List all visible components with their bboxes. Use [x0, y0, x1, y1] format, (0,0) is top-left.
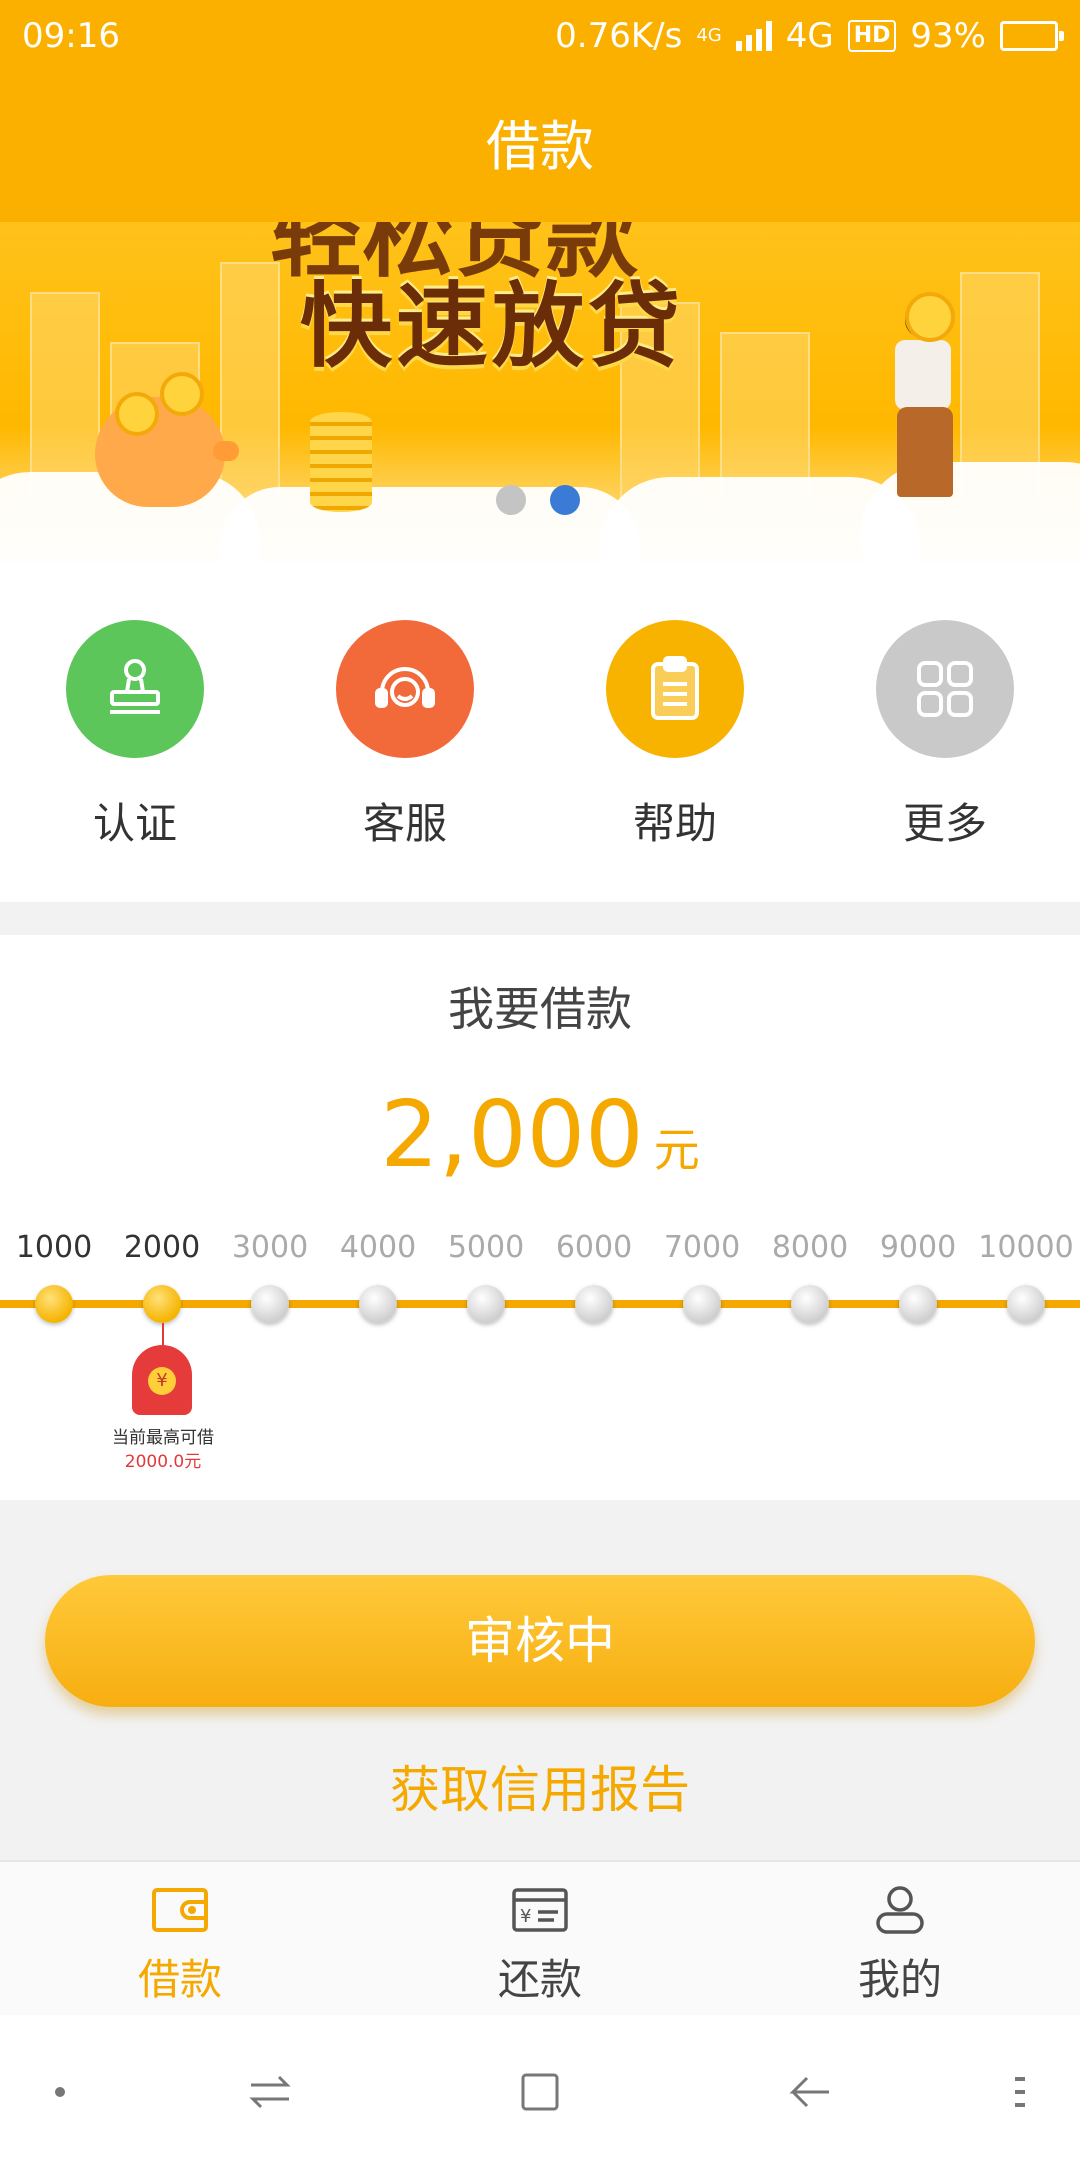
review-status-button[interactable]: 审核中	[45, 1575, 1035, 1707]
max-loan-label: 当前最高可借	[112, 1428, 214, 1448]
quick-item-service[interactable]: 客服	[270, 562, 540, 902]
quick-item-help[interactable]: 帮助	[540, 562, 810, 902]
coin-stack-icon	[310, 412, 372, 512]
bottom-tab-bar: 借款 ¥ 还款 我的	[0, 1860, 1080, 2015]
system-nav-bar	[0, 2015, 1080, 2160]
wallet-icon	[152, 1888, 208, 1932]
signal-icon	[735, 21, 772, 51]
tab-loan[interactable]: 借款	[80, 1884, 280, 2007]
slider-stop[interactable]	[683, 1285, 721, 1323]
slider-stop[interactable]	[575, 1285, 613, 1323]
grid-icon	[876, 620, 1014, 758]
network-type-small: 4G	[696, 25, 722, 46]
slider-tick-label: 9000	[879, 1230, 957, 1265]
tab-label: 借款	[137, 1955, 222, 2004]
slider-tick-label: 1000	[15, 1230, 93, 1265]
coin-icon	[905, 292, 955, 342]
quick-item-label: 更多	[902, 799, 987, 848]
hd-badge: HD	[847, 20, 897, 52]
slider-stop[interactable]	[251, 1285, 289, 1323]
slider-tick-label: 5000	[447, 1230, 525, 1265]
loan-section: 我要借款 2,000 元 1000 2000 3000 4000 5000 6000 7000…	[0, 935, 1080, 1500]
status-bar: 09:16 0.76K/s 4G 4G HD 93%	[0, 0, 1080, 72]
tab-label: 还款	[497, 1955, 582, 2004]
repayment-card-icon: ¥	[512, 1888, 568, 1932]
banner-indicator	[496, 485, 580, 515]
app-header: 09:16 0.76K/s 4G 4G HD 93% 借款	[0, 0, 1080, 222]
banner-headline: 快速放贷	[300, 273, 685, 380]
slider-tick-label: 4000	[339, 1230, 417, 1265]
slider-stop[interactable]	[791, 1285, 829, 1323]
loan-amount-unit: 元	[653, 1123, 700, 1177]
loan-title: 我要借款	[448, 982, 632, 1036]
quick-item-label: 认证	[92, 799, 177, 848]
loan-amount-value: 2,000	[380, 1081, 644, 1188]
battery-percent: 93%	[910, 16, 986, 56]
amount-slider-labels: 1000 2000 3000 4000 5000 6000 7000 8000 9000 1000…	[0, 1230, 1080, 1270]
slider-stop[interactable]	[1007, 1285, 1045, 1323]
switch-apps-icon[interactable]	[245, 2067, 295, 2117]
quick-item-label: 帮助	[632, 799, 717, 848]
headset-icon	[336, 620, 474, 758]
slider-stop[interactable]	[359, 1285, 397, 1323]
max-loan-value: 2000.0元	[124, 1452, 202, 1472]
menu-dots-icon[interactable]	[995, 2067, 1045, 2117]
svg-text:¥: ¥	[520, 1906, 531, 1927]
coin-icon	[160, 372, 204, 416]
tab-label: 我的	[857, 1955, 942, 2004]
status-time: 09:16	[22, 16, 120, 56]
page-title: 借款	[486, 115, 594, 178]
tab-mine[interactable]: 我的	[800, 1884, 1000, 2007]
back-icon[interactable]	[785, 2067, 835, 2117]
slider-tick-label: 2000	[123, 1230, 201, 1265]
slider-tick-label: 7000	[663, 1230, 741, 1265]
slider-stop[interactable]	[467, 1285, 505, 1323]
status-indicators: 0.76K/s 4G 4G HD 93%	[555, 16, 1064, 56]
quick-menu: 认证 客服 帮助 更多	[0, 562, 1080, 902]
building-shape	[220, 262, 280, 502]
red-envelope-icon: ¥	[132, 1345, 192, 1415]
building-shape	[30, 292, 100, 502]
slider-stop[interactable]	[899, 1285, 937, 1323]
stamp-icon	[66, 620, 204, 758]
net-speed: 0.76K/s	[555, 16, 683, 56]
slider-stop[interactable]	[143, 1285, 181, 1323]
battery-icon	[1000, 21, 1064, 51]
tab-repayment[interactable]: ¥ 还款	[440, 1884, 640, 2007]
slider-tick-label: 10000	[978, 1230, 1074, 1265]
indicator-dot-active[interactable]	[550, 485, 580, 515]
slider-tick-label: 6000	[555, 1230, 633, 1265]
user-icon	[876, 1886, 924, 1934]
coin-icon	[115, 392, 159, 436]
quick-item-certify[interactable]: 认证	[0, 562, 270, 902]
home-square-icon[interactable]	[515, 2067, 565, 2117]
loan-amount: 2,000 元	[0, 1081, 1080, 1188]
slider-tick-label: 8000	[771, 1230, 849, 1265]
slider-tick-label: 3000	[231, 1230, 309, 1265]
network-type: 4G	[785, 16, 834, 56]
indicator-dot[interactable]	[496, 485, 526, 515]
slider-stop[interactable]	[35, 1285, 73, 1323]
nav-dot-icon[interactable]	[35, 2067, 85, 2117]
credit-report-link[interactable]: 获取信用报告	[0, 1750, 1080, 1822]
clipboard-icon	[606, 620, 744, 758]
quick-item-label: 客服	[362, 799, 447, 848]
quick-item-more[interactable]: 更多	[810, 562, 1080, 902]
